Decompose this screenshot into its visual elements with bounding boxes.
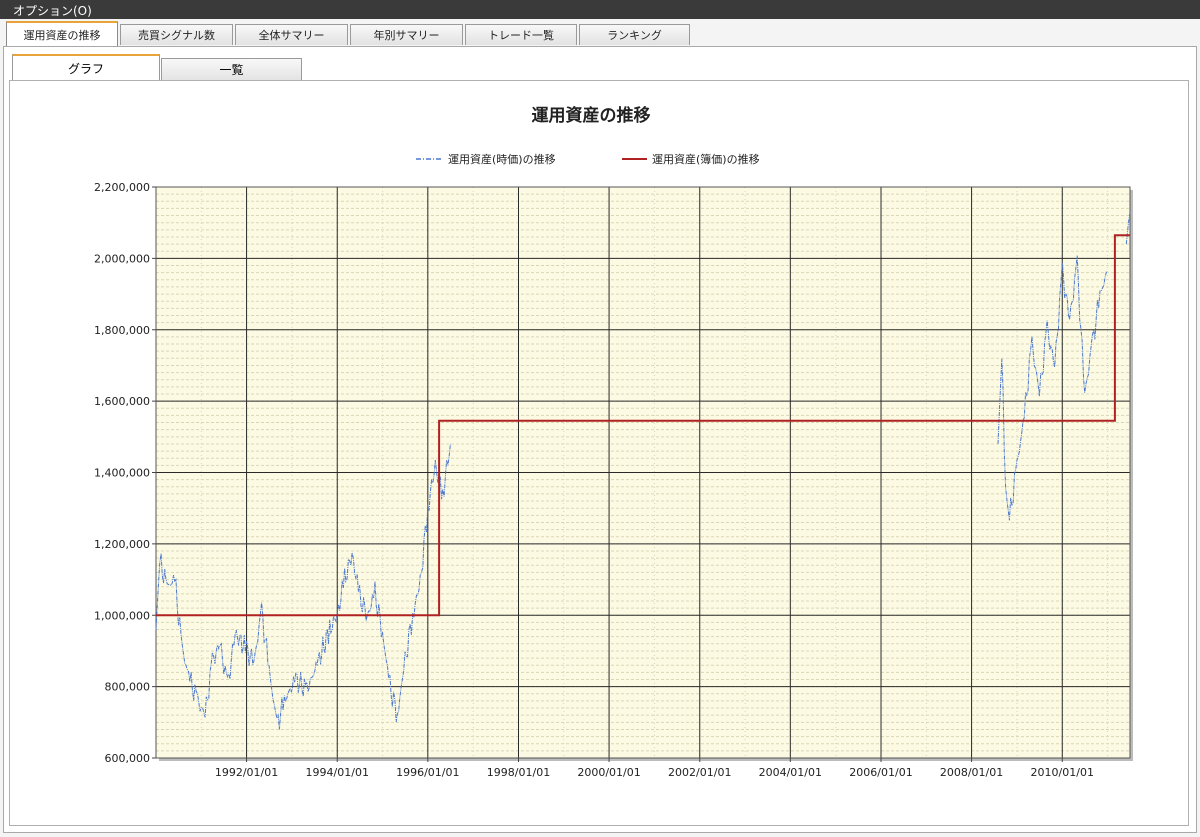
x-tick-label: 1998/01/01 — [487, 766, 550, 779]
y-tick-label: 1,200,000 — [94, 538, 150, 551]
x-tick-label: 2006/01/01 — [849, 766, 912, 779]
sub-tab-strip: グラフ 一覧 — [9, 53, 609, 81]
y-tick-label: 2,200,000 — [94, 181, 150, 194]
subtab-graph[interactable]: グラフ — [12, 54, 160, 81]
main-tab-strip: 運用資産の推移 売買シグナル数 全体サマリー 年別サマリー トレード一覧 ランキ… — [0, 19, 1200, 47]
x-tick-label: 2008/01/01 — [940, 766, 1003, 779]
tab-yearly-summary[interactable]: 年別サマリー — [350, 24, 463, 45]
y-tick-label: 600,000 — [105, 752, 151, 765]
tab-trade-list[interactable]: トレード一覧 — [465, 24, 577, 45]
subtab-list[interactable]: 一覧 — [161, 58, 302, 80]
chart-legend: 運用資産(時価)の推移 運用資産(簿価)の推移 — [416, 152, 760, 166]
x-tick-label: 1992/01/01 — [215, 766, 278, 779]
x-tick-label: 2000/01/01 — [577, 766, 640, 779]
x-tick-label: 2004/01/01 — [759, 766, 822, 779]
chart-title: 運用資産の推移 — [532, 105, 651, 126]
legend-label-book: 運用資産(簿価)の推移 — [652, 152, 760, 166]
y-tick-label: 1,000,000 — [94, 609, 150, 622]
legend-label-market: 運用資産(時価)の推移 — [448, 152, 556, 166]
menu-bar: オプション(O) — [0, 0, 1200, 19]
y-tick-label: 2,000,000 — [94, 252, 150, 265]
y-tick-label: 1,400,000 — [94, 467, 150, 480]
chart-panel: 運用資産の推移 運用資産(時価)の推移 運用資産(簿価)の推移 600,000 8… — [9, 80, 1189, 826]
tab-overall-summary[interactable]: 全体サマリー — [235, 24, 348, 45]
asset-chart: 運用資産の推移 運用資産(時価)の推移 運用資産(簿価)の推移 600,000 8… — [94, 105, 1133, 779]
options-menu[interactable]: オプション(O) — [13, 2, 92, 19]
tab-ranking[interactable]: ランキング — [579, 24, 690, 45]
x-tick-label: 1996/01/01 — [396, 766, 459, 779]
y-tick-label: 1,800,000 — [94, 324, 150, 337]
plot-area — [155, 186, 1133, 761]
y-tick-label: 800,000 — [105, 681, 151, 694]
y-tick-label: 1,600,000 — [94, 395, 150, 408]
tab-asset-trend[interactable]: 運用資産の推移 — [6, 21, 118, 46]
x-tick-label: 2002/01/01 — [668, 766, 731, 779]
x-tick-label: 2010/01/01 — [1031, 766, 1094, 779]
tab-signal-count[interactable]: 売買シグナル数 — [120, 24, 233, 45]
x-tick-label: 1994/01/01 — [306, 766, 369, 779]
